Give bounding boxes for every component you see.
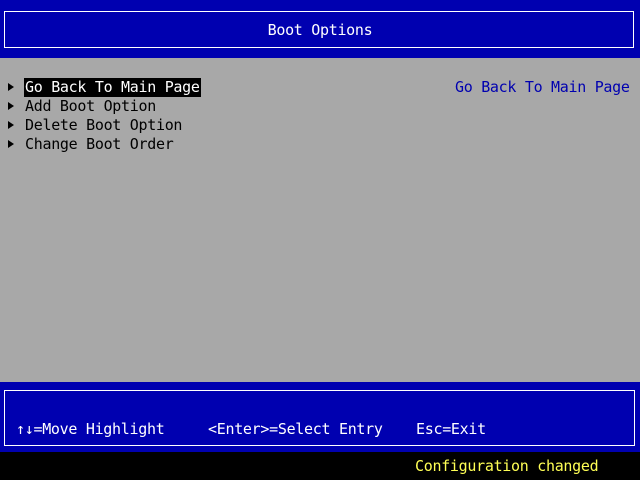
submenu-arrow-icon xyxy=(8,82,14,91)
header-band: Boot Options xyxy=(0,0,640,58)
submenu-arrow-icon xyxy=(8,139,14,148)
header-frame: Boot Options xyxy=(4,11,634,48)
status-bar: Configuration changed xyxy=(0,452,640,480)
page-title: Boot Options xyxy=(267,21,373,39)
menu-item-label: Change Boot Order xyxy=(25,135,174,153)
menu-item-change-boot-order[interactable]: Change Boot Order xyxy=(8,135,174,154)
submenu-arrow-icon xyxy=(8,101,14,110)
menu-item-go-back-to-main-page[interactable]: Go Back To Main Page xyxy=(8,78,201,97)
main-panel: Go Back To Main Page Add Boot Option Del… xyxy=(0,58,640,382)
hint-select-entry: <Enter>=Select Entry xyxy=(208,420,383,438)
menu-item-label: Go Back To Main Page xyxy=(24,78,201,97)
menu-item-add-boot-option[interactable]: Add Boot Option xyxy=(8,97,157,116)
footer-frame: ↑↓=Move Highlight <Enter>=Select Entry E… xyxy=(4,390,635,446)
hint-exit: Esc=Exit xyxy=(416,420,486,438)
hint-move-highlight: ↑↓=Move Highlight xyxy=(16,420,165,438)
menu-item-label: Delete Boot Option xyxy=(25,116,183,134)
menu-item-delete-boot-option[interactable]: Delete Boot Option xyxy=(8,116,183,135)
status-message: Configuration changed xyxy=(415,457,599,475)
submenu-arrow-icon xyxy=(8,120,14,129)
footer-band: ↑↓=Move Highlight <Enter>=Select Entry E… xyxy=(0,382,640,452)
bios-screen: Boot Options Go Back To Main Page Add Bo… xyxy=(0,0,640,480)
help-text: Go Back To Main Page xyxy=(455,78,630,96)
menu-item-label: Add Boot Option xyxy=(25,97,156,115)
